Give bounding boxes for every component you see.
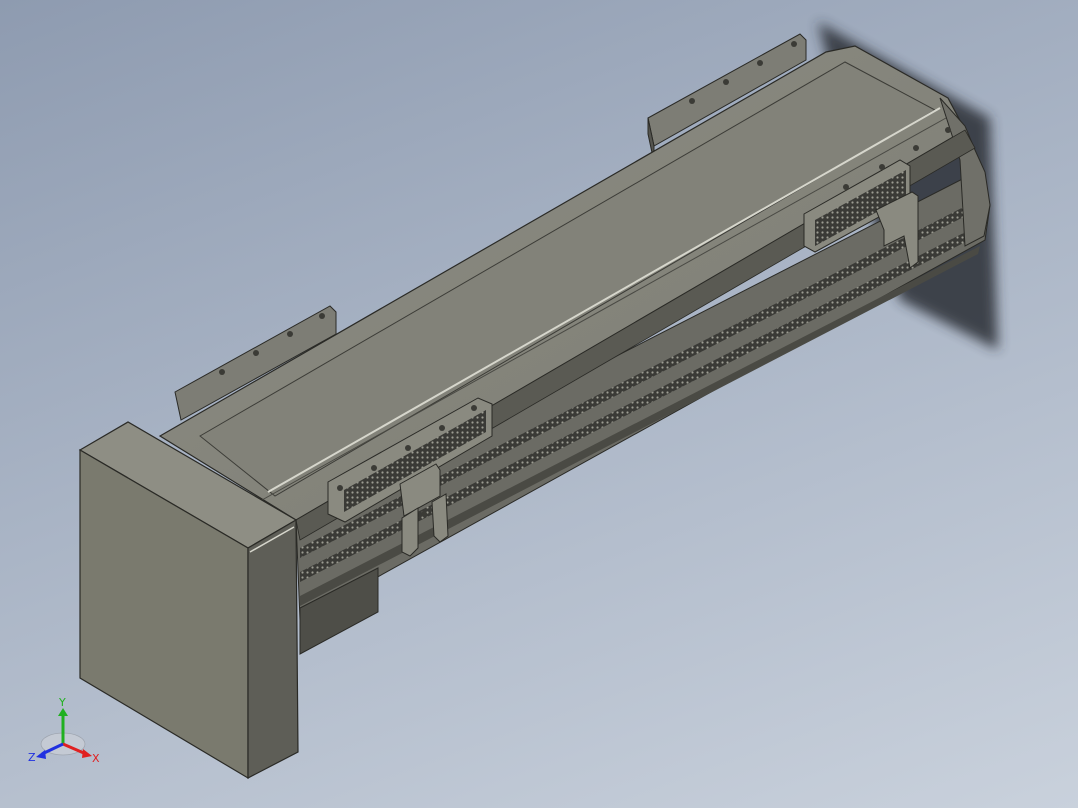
x-axis-arrowhead-icon <box>82 749 92 758</box>
linear-module-3d-model[interactable] <box>0 0 1078 808</box>
x-axis-label: X <box>92 752 100 765</box>
z-axis-label: Z <box>28 751 36 764</box>
view-orientation-triad[interactable]: Y X Z <box>28 696 108 772</box>
y-axis-label: Y <box>58 696 66 709</box>
y-axis-arrowhead-icon <box>58 708 68 716</box>
z-axis-arrowhead-icon <box>36 750 46 759</box>
graphics-viewport[interactable]: Y X Z <box>0 0 1078 808</box>
